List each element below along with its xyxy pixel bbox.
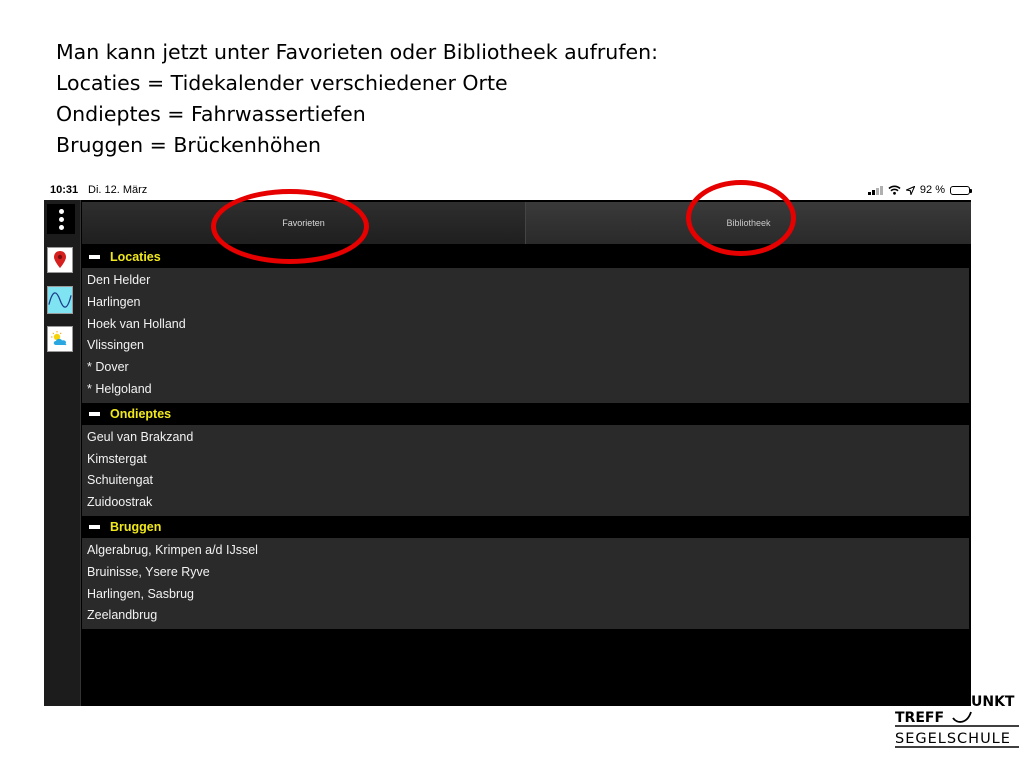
section-ondieptes: Geul van Brakzand Kimstergat Schuitengat… — [82, 424, 969, 516]
sidebar — [44, 200, 81, 706]
annotation-ring-favorieten — [211, 189, 369, 264]
list-item[interactable]: Vlissingen — [82, 335, 969, 357]
status-time: 10:31 — [50, 184, 79, 196]
weather-icon[interactable] — [47, 326, 73, 352]
section-bruggen: Algerabrug, Krimpen a/d IJssel Bruinisse… — [82, 537, 969, 630]
caption-line: Bruggen = Brückenhöhen — [56, 133, 321, 157]
wifi-icon — [888, 185, 901, 195]
signal-icon — [867, 185, 883, 195]
logo-text: UNKT — [971, 694, 1015, 710]
section-header-bruggen[interactable]: Bruggen — [82, 515, 969, 538]
list-item[interactable]: Geul van Brakzand — [82, 427, 969, 449]
caption-line: Man kann jetzt unter Favorieten oder Bib… — [56, 40, 658, 64]
more-vertical-icon[interactable] — [47, 204, 75, 234]
tide-wave-icon[interactable] — [47, 286, 73, 314]
status-icons: 92 % — [867, 184, 972, 196]
caption-line: Locaties = Tidekalender verschiedener Or… — [56, 71, 508, 95]
battery-percent: 92 % — [919, 184, 945, 196]
list-item[interactable]: Bruinisse, Ysere Ryve — [82, 562, 969, 584]
section-title: Locaties — [110, 250, 161, 264]
list-item[interactable]: * Helgoland — [82, 379, 969, 401]
section-title: Ondieptes — [110, 406, 172, 421]
list-item[interactable]: Kimstergat — [82, 449, 969, 471]
section-title: Bruggen — [110, 519, 162, 534]
list-item[interactable]: Zeelandbrug — [82, 605, 969, 627]
status-bar: 10:31 Di. 12. März 92 % — [44, 183, 972, 199]
list-item[interactable]: * Dover — [82, 357, 969, 379]
list-item[interactable]: Hoek van Holland — [82, 314, 969, 336]
list-item[interactable]: Schuitengat — [82, 470, 969, 492]
section-header-locaties[interactable]: Locaties — [82, 246, 969, 268]
list-item[interactable]: Zuidoostrak — [82, 492, 969, 514]
section-locaties: Den Helder Harlingen Hoek van Holland Vl… — [82, 268, 969, 403]
list-item[interactable]: Algerabrug, Krimpen a/d IJssel — [82, 540, 969, 562]
logo-text: SEGELSCHULE — [895, 731, 1011, 747]
logo-text: TREFF — [895, 710, 944, 726]
annotation-ring-bibliotheek — [686, 180, 796, 256]
treffpunkt-segelschule-logo: TREFF UNKT SEGELSCHULE — [893, 690, 1021, 750]
caption-line: Ondieptes = Fahrwassertiefen — [56, 102, 366, 126]
list-item[interactable]: Harlingen — [82, 292, 969, 314]
status-date: Di. 12. März — [88, 184, 148, 196]
app-screen: Favorieten Bibliotheek Locaties Den Held… — [44, 200, 971, 706]
collapse-icon[interactable] — [89, 524, 100, 529]
list-item[interactable]: Den Helder — [82, 270, 969, 292]
location-arrow-icon — [905, 185, 915, 195]
battery-icon — [950, 185, 972, 195]
favorites-list: Locaties Den Helder Harlingen Hoek van H… — [82, 246, 969, 630]
section-header-ondieptes[interactable]: Ondieptes — [82, 402, 969, 425]
list-item[interactable]: Harlingen, Sasbrug — [82, 584, 969, 606]
map-pin-icon[interactable] — [47, 247, 73, 273]
collapse-icon[interactable] — [89, 255, 100, 259]
collapse-icon[interactable] — [89, 411, 100, 416]
slide-caption: Man kann jetzt unter Favorieten oder Bib… — [56, 37, 658, 161]
